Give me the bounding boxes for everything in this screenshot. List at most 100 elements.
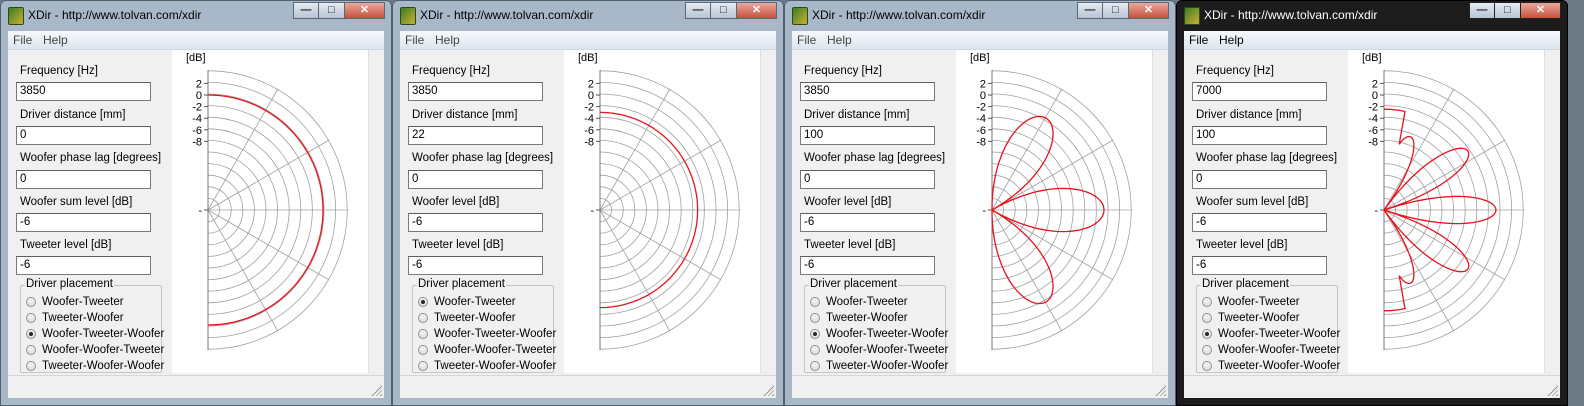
tweeter-level-input[interactable]: -6	[408, 256, 543, 275]
menu-help[interactable]: Help	[827, 33, 852, 47]
radio-empty-icon[interactable]	[1202, 297, 1212, 307]
maximize-button[interactable]: □	[1103, 2, 1129, 19]
minimize-button[interactable]: —	[1077, 2, 1103, 19]
radio-empty-icon[interactable]	[810, 313, 820, 323]
app-window: XDir - http://www.tolvan.com/xdir — □ ✕ File…	[392, 0, 784, 406]
menu-help[interactable]: Help	[435, 33, 460, 47]
frequency-input[interactable]: 7000	[1192, 82, 1327, 101]
driver-distance-input[interactable]: 100	[1192, 126, 1327, 145]
radio-empty-icon[interactable]	[418, 329, 428, 339]
radio-option[interactable]: Tweeter-Woofer-Woofer	[810, 360, 948, 372]
close-button[interactable]: ✕	[1521, 2, 1561, 19]
title-bar[interactable]: XDir - http://www.tolvan.com/xdir — □ ✕	[1, 1, 391, 31]
resize-grip-icon[interactable]	[1155, 385, 1166, 396]
radio-option[interactable]: Woofer-Tweeter	[810, 296, 908, 308]
radio-option[interactable]: Woofer-Tweeter-Woofer	[418, 328, 556, 340]
radio-option[interactable]: Woofer-Woofer-Tweeter	[1202, 344, 1340, 356]
menu-help[interactable]: Help	[43, 33, 68, 47]
menu-file[interactable]: File	[797, 33, 816, 47]
menu-help[interactable]: Help	[1219, 33, 1244, 47]
radio-option[interactable]: Tweeter-Woofer	[26, 312, 124, 324]
radio-empty-icon[interactable]	[418, 361, 428, 371]
radio-empty-icon[interactable]	[1202, 361, 1212, 371]
minimize-button[interactable]: —	[685, 2, 711, 19]
close-button[interactable]: ✕	[345, 2, 385, 19]
radio-selected-icon[interactable]	[810, 329, 820, 339]
radio-option[interactable]: Woofer-Tweeter-Woofer	[810, 328, 948, 340]
woofer-level-input[interactable]: -6	[16, 213, 151, 232]
radio-option[interactable]: Woofer-Woofer-Tweeter	[418, 344, 556, 356]
radio-option[interactable]: Woofer-Woofer-Tweeter	[810, 344, 948, 356]
driver-distance-label: Driver distance [mm]	[1196, 109, 1302, 121]
close-button[interactable]: ✕	[737, 2, 777, 19]
driver-distance-label: Driver distance [mm]	[20, 109, 126, 121]
radio-empty-icon[interactable]	[1202, 313, 1212, 323]
menu-file[interactable]: File	[13, 33, 32, 47]
polar-plot: 2 0 -2 -4 -6 -8 - [dB]	[1348, 50, 1545, 373]
resize-grip-icon[interactable]	[763, 385, 774, 396]
radio-option[interactable]: Woofer-Tweeter-Woofer	[26, 328, 164, 340]
woofer-phase-lag-input[interactable]: 0	[408, 170, 543, 189]
radio-empty-icon[interactable]	[810, 345, 820, 355]
title-bar[interactable]: XDir - http://www.tolvan.com/xdir — □ ✕	[393, 1, 783, 31]
frequency-input[interactable]: 3850	[16, 82, 151, 101]
woofer-phase-lag-input[interactable]: 0	[16, 170, 151, 189]
grid-spoke	[599, 209, 722, 281]
radio-empty-icon[interactable]	[26, 345, 36, 355]
minimize-button[interactable]: —	[1469, 2, 1495, 19]
tweeter-level-input[interactable]: -6	[800, 256, 935, 275]
status-bar	[8, 375, 384, 398]
tweeter-level-label: Tweeter level [dB]	[804, 239, 896, 251]
woofer-level-input[interactable]: -6	[1192, 213, 1327, 232]
radio-empty-icon[interactable]	[810, 361, 820, 371]
axis-tick-label: 0	[196, 90, 202, 102]
radio-option[interactable]: Tweeter-Woofer	[810, 312, 908, 324]
grid-spoke	[207, 209, 330, 281]
woofer-phase-lag-input[interactable]: 0	[1192, 170, 1327, 189]
radio-empty-icon[interactable]	[26, 361, 36, 371]
tweeter-level-input[interactable]: -6	[16, 256, 151, 275]
frequency-input[interactable]: 3850	[800, 82, 935, 101]
minimize-button[interactable]: —	[293, 2, 319, 19]
radio-selected-icon[interactable]	[418, 297, 428, 307]
resize-grip-icon[interactable]	[1547, 385, 1558, 396]
close-button[interactable]: ✕	[1129, 2, 1169, 19]
radio-option[interactable]: Tweeter-Woofer-Woofer	[1202, 360, 1340, 372]
driver-distance-input[interactable]: 0	[16, 126, 151, 145]
woofer-level-label: Woofer sum level [dB]	[20, 196, 133, 208]
driver-distance-input[interactable]: 100	[800, 126, 935, 145]
radio-empty-icon[interactable]	[26, 297, 36, 307]
maximize-button[interactable]: □	[711, 2, 737, 19]
radio-option[interactable]: Woofer-Tweeter	[418, 296, 516, 308]
radio-option[interactable]: Tweeter-Woofer-Woofer	[418, 360, 556, 372]
radio-selected-icon[interactable]	[1202, 329, 1212, 339]
radio-option[interactable]: Woofer-Woofer-Tweeter	[26, 344, 164, 356]
driver-distance-input[interactable]: 22	[408, 126, 543, 145]
menu-file[interactable]: File	[405, 33, 424, 47]
radio-empty-icon[interactable]	[1202, 345, 1212, 355]
woofer-phase-lag-input[interactable]: 0	[800, 170, 935, 189]
radio-option[interactable]: Tweeter-Woofer	[418, 312, 516, 324]
radio-option[interactable]: Woofer-Tweeter	[26, 296, 124, 308]
radio-empty-icon[interactable]	[418, 313, 428, 323]
radio-option[interactable]: Tweeter-Woofer-Woofer	[26, 360, 164, 372]
woofer-level-input[interactable]: -6	[800, 213, 935, 232]
radio-selected-icon[interactable]	[26, 329, 36, 339]
radio-option[interactable]: Woofer-Tweeter	[1202, 296, 1300, 308]
menu-file[interactable]: File	[1189, 33, 1208, 47]
title-bar[interactable]: XDir - http://www.tolvan.com/xdir — □ ✕	[1177, 1, 1567, 31]
title-bar[interactable]: XDir - http://www.tolvan.com/xdir — □ ✕	[785, 1, 1175, 31]
driver-placement-title: Driver placement	[1201, 278, 1290, 290]
resize-grip-icon[interactable]	[371, 385, 382, 396]
radio-option[interactable]: Tweeter-Woofer	[1202, 312, 1300, 324]
maximize-button[interactable]: □	[1495, 2, 1521, 19]
radio-empty-icon[interactable]	[26, 313, 36, 323]
radio-empty-icon[interactable]	[418, 345, 428, 355]
tweeter-level-input[interactable]: -6	[1192, 256, 1327, 275]
maximize-button[interactable]: □	[319, 2, 345, 19]
radio-option[interactable]: Woofer-Tweeter-Woofer	[1202, 328, 1340, 340]
app-icon	[400, 7, 416, 25]
frequency-input[interactable]: 3850	[408, 82, 543, 101]
radio-empty-icon[interactable]	[810, 297, 820, 307]
woofer-level-input[interactable]: -6	[408, 213, 543, 232]
